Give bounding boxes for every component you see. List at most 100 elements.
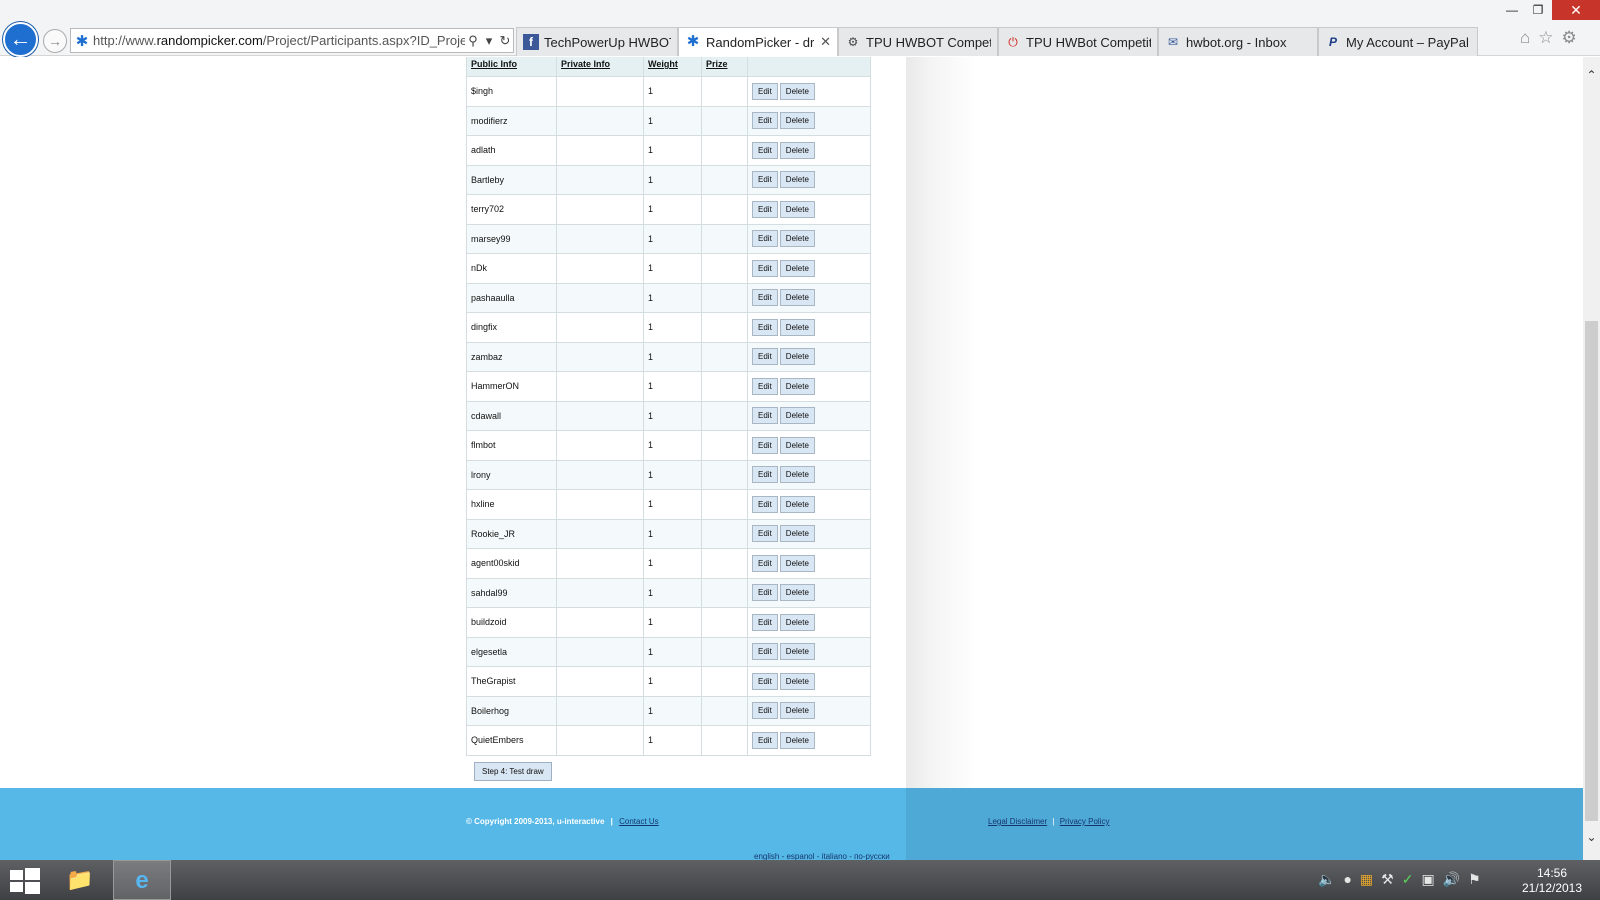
- tools-icon[interactable]: ⚒: [1381, 871, 1394, 888]
- delete-button[interactable]: Delete: [779, 82, 815, 100]
- tab-randompicker[interactable]: ✱ RandomPicker - dra... ✕: [678, 27, 838, 56]
- url-text[interactable]: http://www.randompicker.com/Project/Part…: [93, 33, 465, 48]
- table-row: adlath 1 Edit Delete: [466, 135, 871, 166]
- speaker-muted-icon[interactable]: 🔈: [1318, 871, 1335, 888]
- edit-button[interactable]: Edit: [752, 377, 778, 395]
- edit-button[interactable]: Edit: [752, 82, 778, 100]
- delete-button[interactable]: Delete: [779, 731, 815, 749]
- close-tab-icon[interactable]: ✕: [820, 34, 831, 50]
- table-row: sahdal99 1 Edit Delete: [466, 577, 871, 608]
- minimize-button[interactable]: —: [1500, 0, 1524, 20]
- internet-explorer-icon[interactable]: e: [113, 860, 171, 900]
- cell-actions: Edit Delete: [747, 636, 871, 667]
- edit-button[interactable]: Edit: [752, 318, 778, 336]
- delete-button[interactable]: Delete: [779, 200, 815, 218]
- delete-button[interactable]: Delete: [779, 348, 815, 366]
- cell-prize: [701, 695, 748, 726]
- edit-button[interactable]: Edit: [752, 112, 778, 130]
- delete-button[interactable]: Delete: [779, 377, 815, 395]
- edit-button[interactable]: Edit: [752, 348, 778, 366]
- delete-button[interactable]: Delete: [779, 289, 815, 307]
- column-header-prize[interactable]: Prize: [701, 57, 748, 77]
- edit-button[interactable]: Edit: [752, 702, 778, 720]
- volume-icon[interactable]: 🔊: [1443, 871, 1460, 888]
- restore-button[interactable]: ❐: [1526, 0, 1550, 20]
- refresh-icon[interactable]: ↻: [497, 33, 513, 49]
- edit-button[interactable]: Edit: [752, 584, 778, 602]
- lang-english-link[interactable]: english: [754, 852, 779, 860]
- lang-russian-link[interactable]: по-русски: [854, 852, 890, 860]
- edit-button[interactable]: Edit: [752, 731, 778, 749]
- delete-button[interactable]: Delete: [779, 554, 815, 572]
- delete-button[interactable]: Delete: [779, 230, 815, 248]
- edit-button[interactable]: Edit: [752, 407, 778, 425]
- delete-button[interactable]: Delete: [779, 436, 815, 454]
- delete-button[interactable]: Delete: [779, 613, 815, 631]
- delete-button[interactable]: Delete: [779, 112, 815, 130]
- edit-button[interactable]: Edit: [752, 200, 778, 218]
- delete-button[interactable]: Delete: [779, 525, 815, 543]
- privacy-policy-link[interactable]: Privacy Policy: [1060, 817, 1110, 826]
- address-bar[interactable]: ✱ http://www.randompicker.com/Project/Pa…: [70, 28, 514, 53]
- scroll-down-icon[interactable]: ⌄: [1583, 829, 1600, 846]
- home-icon[interactable]: ⌂: [1520, 28, 1530, 48]
- delete-button[interactable]: Delete: [779, 495, 815, 513]
- delete-button[interactable]: Delete: [779, 466, 815, 484]
- edit-button[interactable]: Edit: [752, 466, 778, 484]
- scrollbar-thumb[interactable]: [1585, 321, 1598, 821]
- file-explorer-icon[interactable]: 📁: [51, 860, 109, 900]
- security-check-icon[interactable]: ✓: [1402, 871, 1414, 888]
- close-window-button[interactable]: ✕: [1552, 0, 1600, 20]
- settings-gear-icon[interactable]: ⚙: [1562, 28, 1577, 48]
- search-icon[interactable]: ⚲: [465, 33, 481, 49]
- action-center-flag-icon[interactable]: ⚑: [1468, 871, 1481, 888]
- edit-button[interactable]: Edit: [752, 672, 778, 690]
- column-header-private-info[interactable]: Private Info: [556, 57, 644, 77]
- edit-button[interactable]: Edit: [752, 230, 778, 248]
- cell-public-info: $ingh: [466, 76, 557, 107]
- edit-button[interactable]: Edit: [752, 613, 778, 631]
- vertical-scrollbar[interactable]: ⌃ ⌄: [1583, 57, 1600, 860]
- tab-hwbot-inbox[interactable]: ✉ hwbot.org - Inbox: [1158, 27, 1318, 56]
- edit-button[interactable]: Edit: [752, 141, 778, 159]
- column-header-weight[interactable]: Weight: [643, 57, 702, 77]
- delete-button[interactable]: Delete: [779, 643, 815, 661]
- delete-button[interactable]: Delete: [779, 141, 815, 159]
- taskbar-clock[interactable]: 14:56 21/12/2013: [1520, 866, 1584, 896]
- step-4-test-draw-button[interactable]: Step 4: Test draw: [474, 762, 552, 781]
- edit-button[interactable]: Edit: [752, 554, 778, 572]
- edit-button[interactable]: Edit: [752, 436, 778, 454]
- tab-paypal[interactable]: P My Account – PayPal: [1318, 27, 1478, 56]
- favorites-star-icon[interactable]: ☆: [1538, 28, 1553, 48]
- scroll-up-icon[interactable]: ⌃: [1583, 67, 1600, 84]
- edit-button[interactable]: Edit: [752, 495, 778, 513]
- mouse-icon[interactable]: ●: [1343, 871, 1351, 888]
- dropdown-icon[interactable]: ▾: [481, 33, 497, 49]
- network-icon[interactable]: ▣: [1421, 871, 1434, 888]
- forward-button[interactable]: →: [43, 29, 67, 53]
- delete-button[interactable]: Delete: [779, 702, 815, 720]
- edit-button[interactable]: Edit: [752, 643, 778, 661]
- edit-button[interactable]: Edit: [752, 171, 778, 189]
- contact-us-link[interactable]: Contact Us: [619, 817, 659, 826]
- delete-button[interactable]: Delete: [779, 584, 815, 602]
- tab-techpowerup-hwbot[interactable]: f TechPowerUp HWBOT: [516, 27, 678, 56]
- color-app-icon[interactable]: ▦: [1360, 871, 1373, 888]
- back-button[interactable]: ←: [3, 22, 38, 57]
- delete-button[interactable]: Delete: [779, 259, 815, 277]
- cell-public-info: buildzoid: [466, 607, 557, 638]
- windows-start-icon[interactable]: [10, 868, 40, 894]
- tab-tpu-hwbot-2[interactable]: ⏻ TPU HWBot Competiti...: [998, 27, 1158, 56]
- delete-button[interactable]: Delete: [779, 318, 815, 336]
- legal-disclaimer-link[interactable]: Legal Disclaimer: [988, 817, 1047, 826]
- delete-button[interactable]: Delete: [779, 672, 815, 690]
- edit-button[interactable]: Edit: [752, 259, 778, 277]
- delete-button[interactable]: Delete: [779, 407, 815, 425]
- delete-button[interactable]: Delete: [779, 171, 815, 189]
- tab-tpu-hwbot-1[interactable]: ⚙ TPU HWBOT Competiti...: [838, 27, 998, 56]
- edit-button[interactable]: Edit: [752, 525, 778, 543]
- edit-button[interactable]: Edit: [752, 289, 778, 307]
- lang-italiano-link[interactable]: italiano: [822, 852, 847, 860]
- column-header-public-info[interactable]: Public Info: [466, 57, 557, 77]
- lang-espanol-link[interactable]: espanol: [786, 852, 814, 860]
